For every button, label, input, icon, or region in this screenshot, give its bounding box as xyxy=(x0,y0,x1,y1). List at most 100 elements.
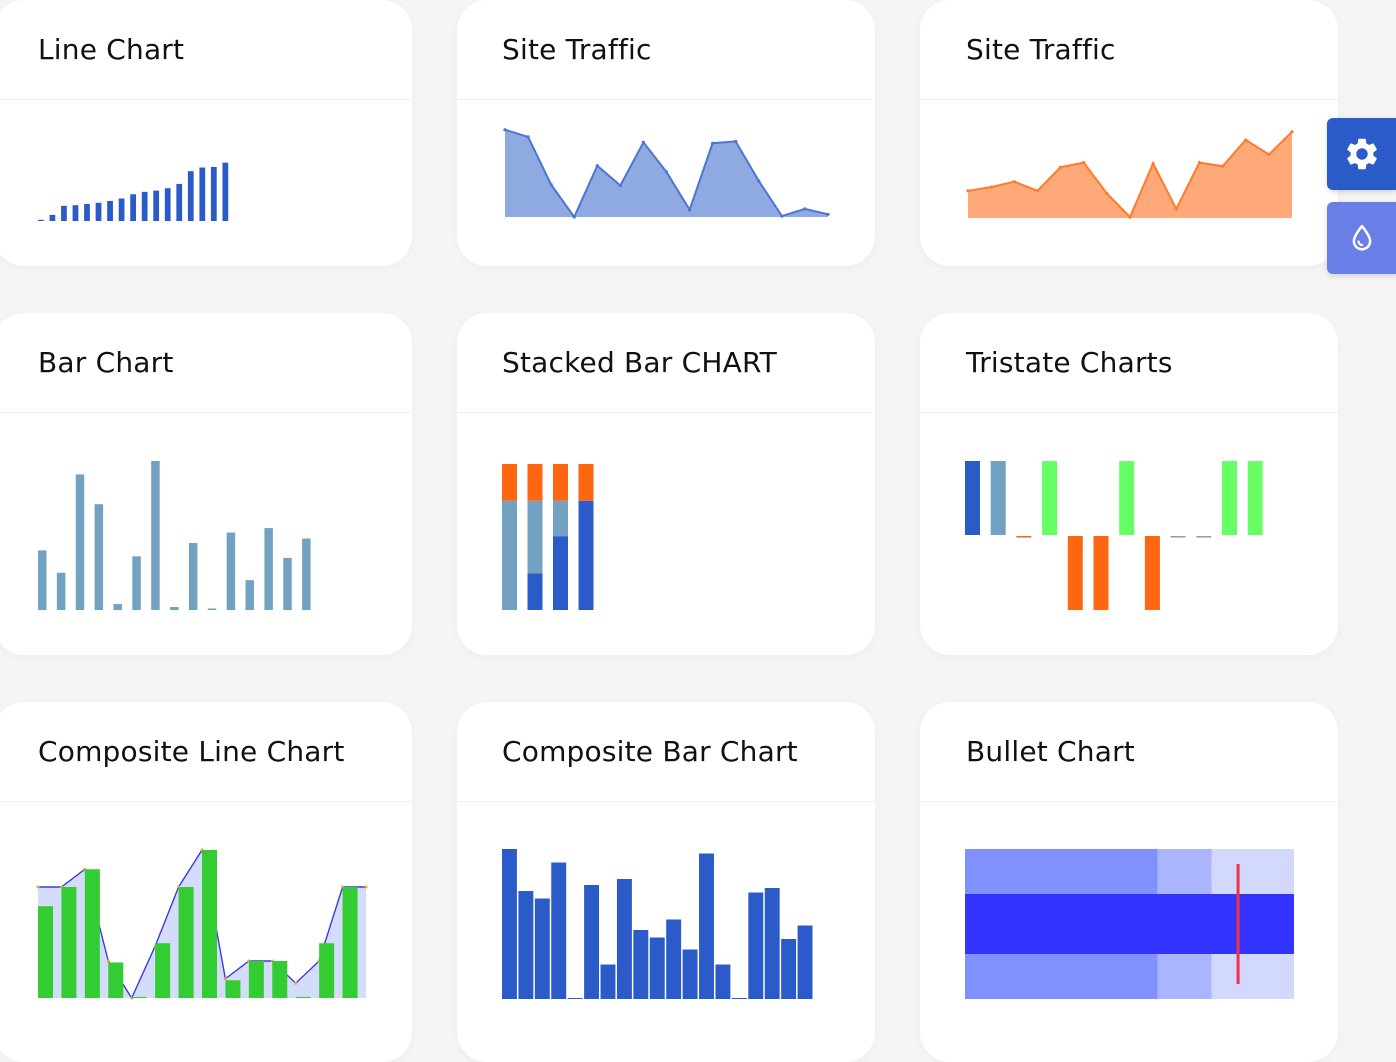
tristate-bar xyxy=(1170,536,1186,538)
bar xyxy=(551,862,567,999)
bar xyxy=(132,556,141,610)
bar xyxy=(130,194,136,221)
bar xyxy=(176,183,183,221)
gear-icon xyxy=(1343,135,1381,173)
bar xyxy=(164,188,171,221)
bar xyxy=(113,604,122,610)
tristate-bar xyxy=(1247,461,1263,535)
settings-button[interactable] xyxy=(1327,118,1396,190)
line-chart-card: Line Chart xyxy=(0,0,412,266)
composite-bar xyxy=(61,887,77,998)
data-point xyxy=(1105,191,1109,196)
bar xyxy=(797,925,813,999)
bar xyxy=(210,166,217,221)
bar xyxy=(95,202,102,221)
bar xyxy=(38,550,47,610)
stacked-bar-segment xyxy=(527,463,543,501)
line-point xyxy=(106,959,110,963)
stacked-bar-segment xyxy=(502,500,517,610)
data-point xyxy=(687,208,692,212)
bar xyxy=(283,557,292,610)
data-point xyxy=(1035,189,1040,193)
tristate-bar xyxy=(1144,536,1160,610)
bar xyxy=(61,205,67,221)
data-point xyxy=(1012,180,1016,184)
bar xyxy=(49,214,56,221)
bar xyxy=(715,964,731,999)
data-point xyxy=(503,128,507,132)
stacked-bar-segment xyxy=(527,573,543,610)
bar xyxy=(207,608,217,610)
composite-bar xyxy=(248,961,264,998)
bar xyxy=(222,162,229,221)
data-point xyxy=(641,140,646,144)
theme-button[interactable] xyxy=(1327,202,1396,274)
data-point xyxy=(803,207,807,211)
composite-bar xyxy=(108,962,124,998)
stacked-bar-segment xyxy=(502,463,517,501)
data-point xyxy=(1290,130,1294,134)
bar xyxy=(118,198,125,221)
tristate-bar xyxy=(1067,536,1083,610)
tristate-chart xyxy=(965,461,1263,610)
data-point xyxy=(1244,138,1248,142)
tristate-bar xyxy=(1016,536,1032,538)
bar xyxy=(264,528,273,610)
droplet-icon xyxy=(1347,223,1377,253)
line-point xyxy=(223,977,227,981)
stacked-bar-segment xyxy=(553,500,568,537)
site-traffic-blue-card: Site Traffic xyxy=(457,0,875,266)
composite-bar xyxy=(342,887,358,998)
bar xyxy=(302,538,311,610)
bar xyxy=(226,532,236,610)
stacked-bar-segment xyxy=(553,463,568,501)
stacked-bar-segment xyxy=(527,500,543,574)
data-point xyxy=(757,179,761,183)
bar xyxy=(600,964,616,999)
data-point xyxy=(734,139,738,143)
composite-bar xyxy=(155,943,171,998)
composite-line-card: Composite Line Chart xyxy=(0,702,412,1062)
bar xyxy=(649,937,665,999)
composite-bar xyxy=(319,943,335,998)
site-traffic-area-chart xyxy=(503,128,830,219)
tristate-bar xyxy=(1042,461,1058,535)
bar xyxy=(567,998,583,999)
bar xyxy=(682,949,698,999)
bar xyxy=(56,572,66,610)
bar xyxy=(781,939,797,999)
data-point xyxy=(989,185,993,189)
composite-bar xyxy=(131,997,147,998)
bar xyxy=(187,171,194,221)
bar xyxy=(153,190,160,221)
data-point xyxy=(711,141,715,145)
bar xyxy=(502,849,517,999)
composite-bar xyxy=(225,980,241,998)
data-point xyxy=(618,183,622,188)
tristate-card: Tristate Charts xyxy=(920,313,1338,655)
composite-bar xyxy=(295,997,311,998)
bar xyxy=(764,888,780,999)
bar xyxy=(518,891,534,999)
data-point xyxy=(1197,161,1202,165)
site-traffic-area-chart xyxy=(966,130,1294,219)
composite-bar xyxy=(272,961,288,998)
stacked-bar-segment xyxy=(578,500,594,610)
bullet-chart xyxy=(965,849,1294,999)
site-traffic-orange-card: Site Traffic xyxy=(920,0,1338,266)
tristate-bar xyxy=(965,461,980,535)
bar-chart-card: Bar Chart xyxy=(0,313,412,655)
composite-bar xyxy=(202,850,217,998)
bar xyxy=(84,203,90,221)
data-point xyxy=(1058,165,1063,169)
data-point xyxy=(549,183,553,187)
data-point xyxy=(966,189,970,193)
data-point xyxy=(572,215,576,219)
bar xyxy=(75,474,85,610)
bar xyxy=(107,200,113,221)
bar xyxy=(170,607,179,610)
stacked-bar-card: Stacked Bar CHART xyxy=(457,313,875,655)
area-fill xyxy=(968,131,1292,218)
line-chart xyxy=(38,162,229,221)
bar xyxy=(731,998,747,999)
